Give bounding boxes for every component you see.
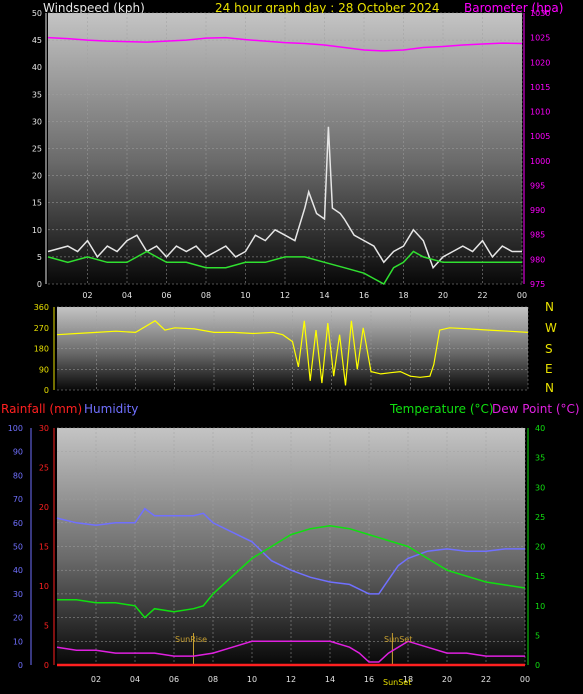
x-tick-label: 02: [82, 291, 92, 300]
x-tick-label: 18: [398, 291, 408, 300]
x-tick-label: 08: [208, 675, 218, 684]
y-tick-label: 40: [32, 63, 42, 72]
humidity-tick-label: 50: [13, 543, 23, 552]
humidity-tick-label: 30: [13, 590, 23, 599]
x-tick-label: 16: [359, 291, 369, 300]
humidity-tick-label: 60: [13, 519, 23, 528]
humidity-tick-label: 10: [13, 637, 23, 646]
x-tick-label: 10: [240, 291, 250, 300]
humidity-tick-label: 20: [13, 614, 23, 623]
rain-tick-label: 0: [44, 661, 49, 670]
temp-humidity-panel: 0102030405060708090100051015202530051015…: [8, 424, 545, 684]
x-tick-label: 10: [247, 675, 257, 684]
y-tick-label: 25: [32, 145, 42, 154]
humidity-tick-label: 40: [13, 566, 23, 575]
rain-tick-label: 15: [39, 543, 49, 552]
y-tick-label: 20: [32, 172, 42, 181]
humidity-tick-label: 70: [13, 495, 23, 504]
x-tick-label: 12: [280, 291, 290, 300]
rain-tick-label: 10: [39, 582, 49, 591]
y2-tick-label: 975: [530, 280, 545, 289]
x-tick-label: 00: [520, 675, 530, 684]
x-tick-label: 06: [161, 291, 171, 300]
y-tick-label: 5: [37, 253, 42, 262]
y2-tick-label: 1010: [530, 108, 550, 117]
y-tick-label: 45: [32, 36, 42, 45]
x-tick-label: 02: [91, 675, 101, 684]
y-tick-label: 15: [32, 199, 42, 208]
humidity-tick-label: 80: [13, 471, 23, 480]
y-tick-label: 180: [34, 345, 49, 354]
y2-tick-label: 1025: [530, 34, 550, 43]
y2-tick-label: 980: [530, 255, 545, 264]
y-tick-label: 0: [44, 386, 49, 395]
temp-tick-label: 20: [535, 543, 545, 552]
temp-tick-label: 0: [535, 661, 540, 670]
x-tick-label: 22: [477, 291, 487, 300]
y-tick-label: 10: [32, 226, 42, 235]
wind-barometer-panel: 0510152025303540455002 04 06 08 10 12 14 16 18 20…: [32, 9, 551, 300]
y2-tick-label: 995: [530, 181, 545, 190]
y-tick-label: 270: [34, 324, 49, 333]
humidity-tick-label: 90: [13, 448, 23, 457]
rain-tick-label: 20: [39, 503, 49, 512]
sunrise-marker-label: SunRise: [175, 635, 208, 644]
y-tick-label: 90: [39, 365, 49, 374]
y-tick-label: 0: [37, 280, 42, 289]
sunset-bottom-label: SunSet: [383, 678, 412, 687]
y2-tick-label: 1005: [530, 132, 550, 141]
y-tick-label: 30: [32, 117, 42, 126]
x-tick-label: 20: [442, 675, 452, 684]
temp-tick-label: 30: [535, 483, 545, 492]
x-tick-label: 04: [122, 291, 132, 300]
wind-direction-panel: 0 90 180 270 360: [34, 303, 529, 395]
x-tick-label: 08: [201, 291, 211, 300]
y2-tick-label: 1000: [530, 157, 550, 166]
y2-tick-label: 990: [530, 206, 545, 215]
rain-tick-label: 5: [44, 622, 49, 631]
y-tick-label: 35: [32, 90, 42, 99]
y2-tick-label: 1015: [530, 83, 550, 92]
y-tick-label: 360: [34, 303, 49, 312]
x-tick-label: 12: [286, 675, 296, 684]
x-tick-label: 16: [364, 675, 374, 684]
temp-tick-label: 15: [535, 572, 545, 581]
temp-tick-label: 35: [535, 454, 545, 463]
x-tick-label: 04: [130, 675, 140, 684]
x-tick-label: 14: [319, 291, 329, 300]
rain-tick-label: 25: [39, 464, 49, 473]
x-tick-label: 06: [169, 675, 179, 684]
temp-tick-label: 40: [535, 424, 545, 433]
x-tick-label: 22: [481, 675, 491, 684]
y2-tick-label: 1020: [530, 58, 550, 67]
y-tick-label: 50: [32, 9, 42, 18]
y2-tick-label: 1030: [530, 9, 550, 18]
x-tick-label: 20: [438, 291, 448, 300]
temp-tick-label: 5: [535, 631, 540, 640]
temp-tick-label: 10: [535, 602, 545, 611]
temp-tick-label: 25: [535, 513, 545, 522]
sunset-marker-label: SunSet: [384, 635, 413, 644]
humidity-tick-label: 0: [18, 661, 23, 670]
humidity-tick-label: 100: [8, 424, 23, 433]
weather-charts: 0510152025303540455002 04 06 08 10 12 14 16 18 20…: [8, 9, 551, 684]
y2-tick-label: 985: [530, 231, 545, 240]
rain-tick-label: 30: [39, 424, 49, 433]
x-tick-label: 00: [517, 291, 527, 300]
x-tick-label: 14: [325, 675, 335, 684]
